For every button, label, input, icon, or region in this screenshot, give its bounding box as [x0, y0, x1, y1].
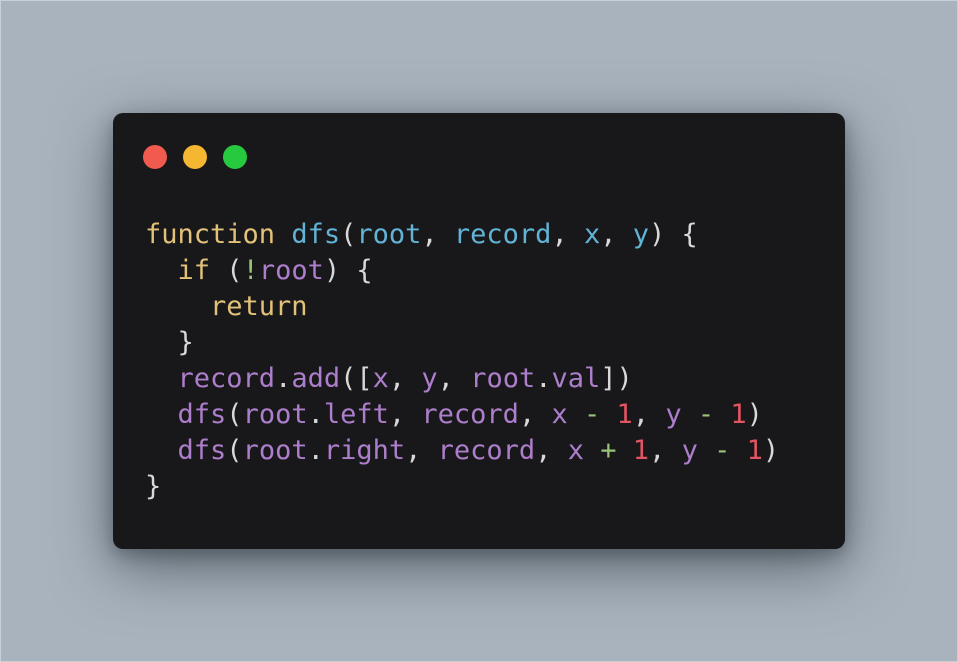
code-token: ,: [518, 399, 552, 430]
code-token: 1: [746, 435, 763, 466]
code-line: return: [145, 289, 779, 325]
code-token: 1: [632, 435, 650, 466]
code-token: return: [210, 291, 308, 322]
code-token: (: [226, 435, 243, 466]
code-token: root: [258, 255, 324, 286]
code-token: ): [762, 435, 780, 466]
code-token: ]): [600, 363, 633, 394]
code-token: root: [356, 219, 422, 250]
code-token: .: [535, 363, 552, 394]
code-line: dfs(root.right, record, x + 1, y - 1): [145, 433, 780, 469]
code-token: x: [583, 219, 601, 250]
minimize-dot-icon[interactable]: [183, 145, 207, 169]
code-token: y: [665, 399, 682, 430]
code-token: -: [714, 435, 731, 466]
code-token: -: [697, 399, 715, 430]
code-token: val: [551, 363, 601, 394]
code-token: !: [242, 255, 259, 286]
code-token: record: [437, 435, 536, 466]
code-token: dfs: [177, 399, 227, 430]
code-token: (: [340, 219, 357, 250]
code-window: function dfs(root, record, x, y) { if (!…: [113, 113, 845, 549]
code-token: y: [632, 219, 650, 250]
code-token: record: [453, 219, 552, 250]
code-line: dfs(root.left, record, x - 1, y - 1): [145, 397, 779, 433]
code-token: ) {: [323, 255, 373, 286]
code-token: left: [323, 399, 389, 430]
code-token: }: [145, 471, 162, 502]
code-token: if: [177, 255, 211, 286]
code-token: (: [226, 399, 243, 430]
code-token: ,: [405, 435, 438, 466]
code-line: }: [145, 325, 779, 361]
code-token: +: [600, 435, 617, 466]
code-line: record.add([x, y, root.val]): [145, 361, 779, 397]
code-token: -: [584, 399, 601, 430]
code-token: record: [177, 363, 276, 394]
code-token: ,: [421, 219, 454, 250]
code-token: right: [323, 435, 406, 466]
code-token: 1: [616, 399, 633, 430]
code-token: root: [242, 435, 308, 466]
code-token: ,: [649, 435, 682, 466]
code-token: y: [681, 435, 698, 466]
code-token: .: [275, 363, 292, 394]
code-token: x: [551, 399, 568, 430]
code-token: ,: [632, 399, 666, 430]
code-token: ,: [600, 219, 633, 250]
maximize-dot-icon[interactable]: [223, 145, 247, 169]
code-token: 1: [730, 399, 747, 430]
code-token: ,: [388, 399, 422, 430]
code-token: root: [242, 399, 308, 430]
code-token: x: [567, 435, 584, 466]
code-token: ([: [340, 363, 373, 394]
code-token: ,: [535, 435, 568, 466]
code-token: record: [421, 399, 519, 430]
code-token: y: [421, 363, 438, 394]
code-token: }: [145, 327, 194, 358]
code-token: ,: [551, 219, 584, 250]
code-token: add: [291, 363, 341, 394]
close-dot-icon[interactable]: [143, 145, 167, 169]
code-token: dfs: [177, 435, 227, 466]
code-line: }: [145, 469, 779, 505]
code-line: function dfs(root, record, x, y) {: [145, 217, 779, 253]
code-token: function: [145, 219, 276, 250]
code-line: if (!root) {: [145, 253, 779, 289]
code-token: .: [307, 435, 324, 466]
code-token: ): [746, 399, 763, 430]
code-token: root: [470, 363, 536, 394]
code-token: .: [307, 399, 324, 430]
code-token: (: [210, 255, 243, 286]
code-token: dfs: [291, 219, 341, 250]
code-block: function dfs(root, record, x, y) { if (!…: [145, 217, 779, 505]
code-token: ,: [437, 363, 471, 394]
code-token: ,: [388, 363, 422, 394]
code-token: ) {: [649, 219, 698, 250]
code-token: x: [372, 363, 389, 394]
